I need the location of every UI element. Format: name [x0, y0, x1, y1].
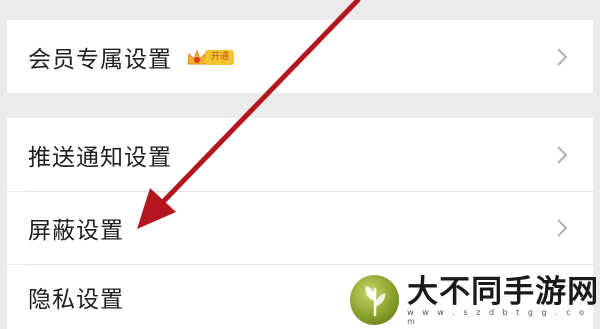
chevron-right-icon [553, 46, 571, 68]
member-settings-row[interactable]: 会员专属设置 开通 [7, 20, 593, 93]
leaf-logo-icon [350, 274, 400, 325]
watermark-brand-text: 大不同手游网 [407, 273, 600, 310]
block-settings-row[interactable]: 屏蔽设置 [7, 192, 593, 264]
watermark-logo: 大不同手游网 w w w . s z d b t g g . c o m [350, 270, 600, 329]
member-settings-label: 会员专属设置 [28, 46, 172, 73]
push-notification-settings-label: 推送通知设置 [28, 144, 172, 171]
push-notification-settings-row[interactable]: 推送通知设置 [7, 118, 593, 191]
vip-badge: 开通 [186, 47, 235, 69]
vip-badge-label: 开通 [205, 50, 235, 65]
block-settings-label: 屏蔽设置 [28, 218, 124, 244]
chevron-right-icon [553, 144, 571, 166]
chevron-right-icon [553, 217, 571, 239]
privacy-settings-label: 隐私设置 [28, 287, 124, 313]
watermark-url: w w w . s z d b t g g . c o m [407, 307, 588, 326]
section-gap [7, 0, 593, 20]
